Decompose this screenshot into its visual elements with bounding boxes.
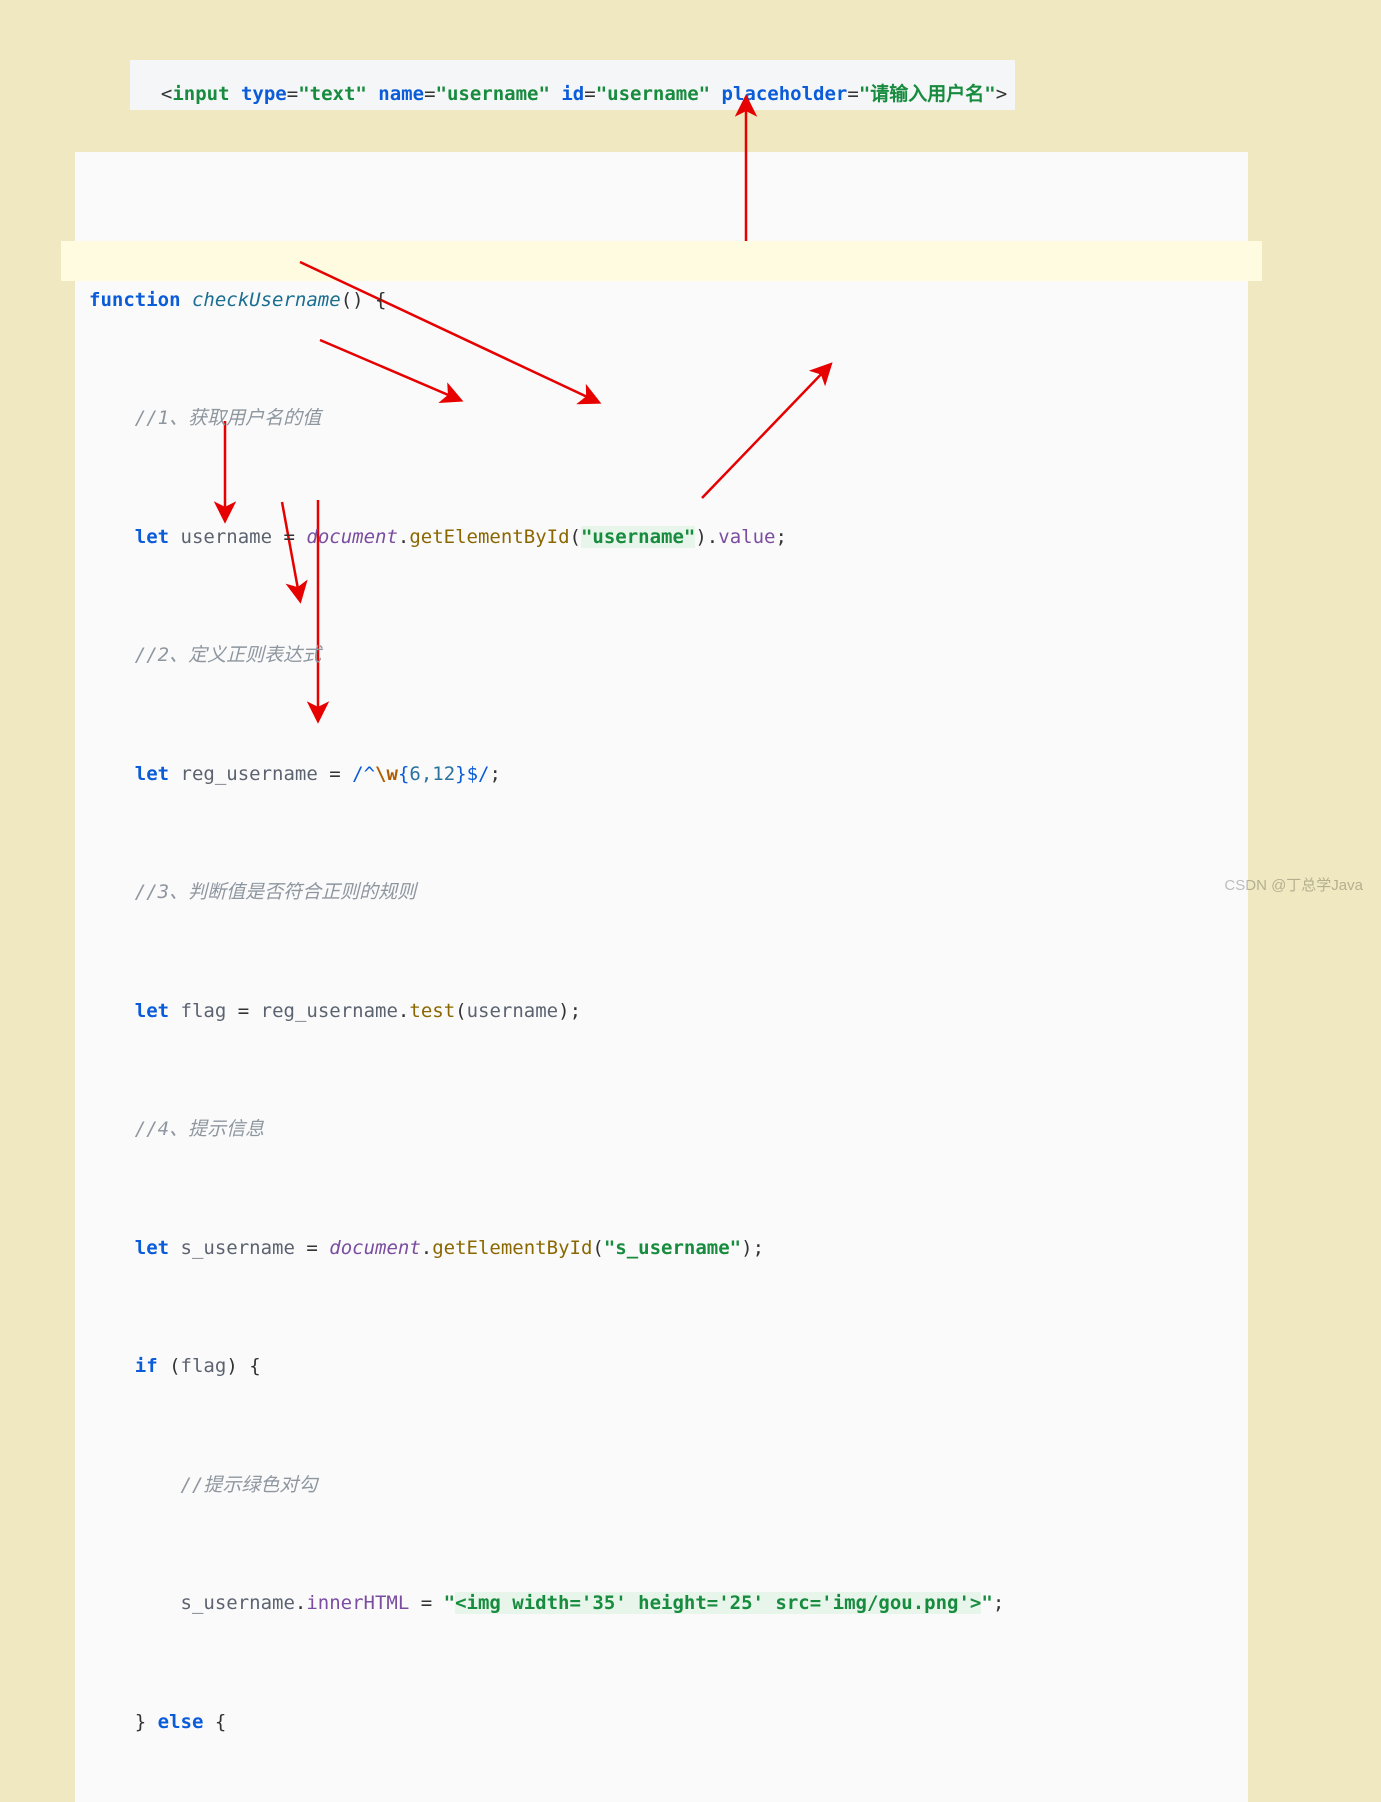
attr-value: "username": [596, 83, 710, 105]
code-line-10: if (flag) {: [89, 1347, 1234, 1387]
code-line-2: //1、获取用户名的值: [89, 399, 1234, 439]
tag-close: >: [996, 83, 1007, 105]
html-input-snippet: <input type="text" name="username" id="u…: [130, 60, 1015, 110]
code-line-4: //2、定义正则表达式: [89, 636, 1234, 676]
watermark-text: CSDN @丁总学Java: [1224, 878, 1363, 893]
code-line-12: s_username.innerHTML = "<img width='35' …: [89, 1584, 1234, 1624]
function-code-block: function checkUsername() { //1、获取用户名的值 l…: [75, 152, 1248, 1802]
code-line-3: let username = document.getElementById("…: [89, 518, 1234, 558]
tag-open: <: [161, 83, 172, 105]
attr-name: placeholder: [722, 83, 848, 105]
attr-name: id: [561, 83, 584, 105]
code-line-6: //3、判断值是否符合正则的规则: [89, 873, 1234, 913]
code-line-1: function checkUsername() {: [89, 281, 1234, 321]
code-line-7: let flag = reg_username.test(username);: [89, 992, 1234, 1032]
attr-value: "username": [436, 83, 550, 105]
tag-name: input: [172, 83, 241, 105]
code-line-5: let reg_username = /^\w{6,12}$/;: [89, 755, 1234, 795]
code-line-13: } else {: [89, 1703, 1234, 1743]
attr-value: "text": [298, 83, 367, 105]
code-line-9: let s_username = document.getElementById…: [89, 1229, 1234, 1269]
attr-name: type: [241, 83, 287, 105]
attr-value: "请输入用户名": [859, 83, 996, 105]
code-line-8: //4、提示信息: [89, 1110, 1234, 1150]
code-line-11: //提示绿色对勾: [89, 1466, 1234, 1506]
attr-name: name: [378, 83, 424, 105]
